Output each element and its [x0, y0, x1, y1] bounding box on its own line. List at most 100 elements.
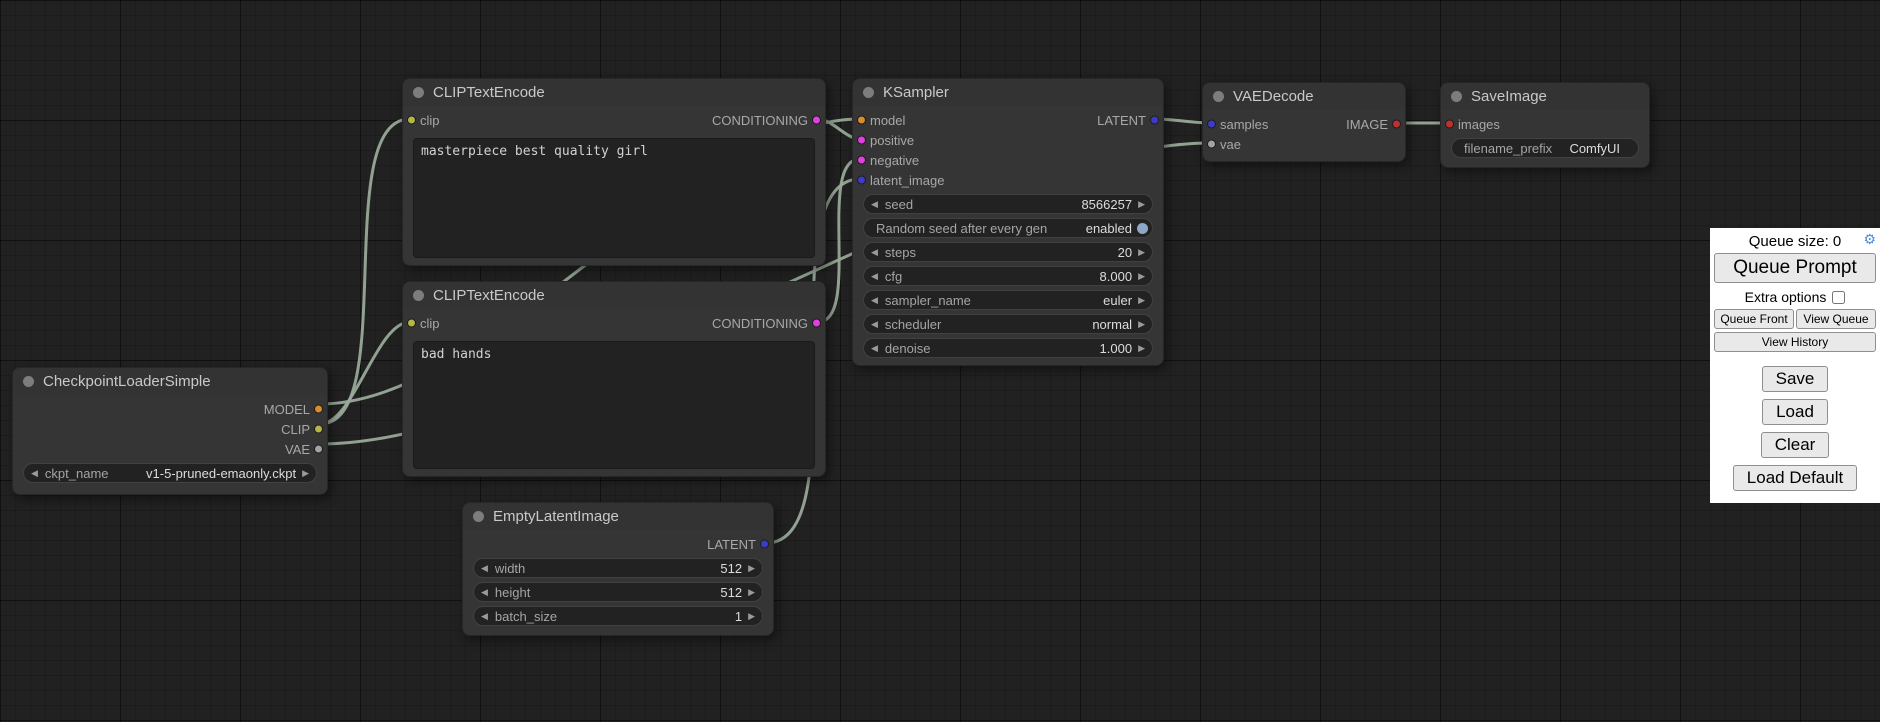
- settings-gear-icon[interactable]: ⚙: [1863, 231, 1876, 248]
- node-vae-decode[interactable]: VAEDecode samples IMAGE vae: [1202, 82, 1406, 162]
- node-ksampler[interactable]: KSampler model LATENT positive negative …: [852, 78, 1164, 366]
- increment-arrow-icon[interactable]: ▶: [742, 582, 762, 602]
- collapse-dot-icon[interactable]: [413, 290, 424, 301]
- decrement-arrow-icon[interactable]: ◀: [474, 606, 495, 626]
- queue-buttons-row: Queue Front View Queue: [1714, 309, 1876, 329]
- steps-number-widget[interactable]: ◀ steps 20 ▶: [863, 242, 1153, 262]
- batch-size-number-widget[interactable]: ◀ batch_size 1 ▶: [473, 606, 763, 626]
- widget-label: height: [495, 585, 530, 600]
- widget-value: 1.000: [1100, 341, 1133, 356]
- random-seed-toggle-widget[interactable]: Random seed after every gen enabled: [863, 218, 1153, 238]
- widget-value: 8566257: [1081, 197, 1132, 212]
- queue-prompt-button[interactable]: Queue Prompt: [1714, 253, 1876, 283]
- decrement-arrow-icon[interactable]: ◀: [24, 463, 45, 483]
- node-title: SaveImage: [1471, 88, 1547, 105]
- image-output-port[interactable]: [1392, 120, 1401, 129]
- queue-front-button[interactable]: Queue Front: [1714, 309, 1794, 329]
- node-title-bar[interactable]: VAEDecode: [1203, 83, 1405, 110]
- scheduler-combo-widget[interactable]: ◀ scheduler normal ▶: [863, 314, 1153, 334]
- clip-input-port[interactable]: [407, 319, 416, 328]
- negative-input-port[interactable]: [857, 156, 866, 165]
- slot-row: latent_image: [853, 170, 1163, 190]
- widget-value: v1-5-pruned-emaonly.ckpt: [146, 466, 296, 481]
- clear-button[interactable]: Clear: [1761, 432, 1830, 458]
- positive-input-port[interactable]: [857, 136, 866, 145]
- filename-prefix-text-widget[interactable]: filename_prefix ComfyUI: [1451, 138, 1639, 158]
- width-number-widget[interactable]: ◀ width 512 ▶: [473, 558, 763, 578]
- collapse-dot-icon[interactable]: [863, 87, 874, 98]
- collapse-dot-icon[interactable]: [1213, 91, 1224, 102]
- decrement-arrow-icon[interactable]: ◀: [864, 314, 885, 334]
- view-history-button[interactable]: View History: [1714, 332, 1876, 352]
- clip-output-port[interactable]: [314, 425, 323, 434]
- vae-input-port[interactable]: [1207, 140, 1216, 149]
- increment-arrow-icon[interactable]: ▶: [1132, 290, 1152, 310]
- widget-label: width: [495, 561, 525, 576]
- conditioning-output-port[interactable]: [812, 116, 821, 125]
- collapse-dot-icon[interactable]: [23, 376, 34, 387]
- prompt-text-input[interactable]: masterpiece best quality girl: [413, 138, 815, 258]
- increment-arrow-icon[interactable]: ▶: [1132, 194, 1152, 214]
- slot-row: positive: [853, 130, 1163, 150]
- clip-input-port[interactable]: [407, 116, 416, 125]
- decrement-arrow-icon[interactable]: ◀: [864, 338, 885, 358]
- collapse-dot-icon[interactable]: [473, 511, 484, 522]
- decrement-arrow-icon[interactable]: ◀: [474, 582, 495, 602]
- node-title-bar[interactable]: CheckpointLoaderSimple: [13, 368, 327, 395]
- collapse-dot-icon[interactable]: [413, 87, 424, 98]
- increment-arrow-icon[interactable]: ▶: [1132, 314, 1152, 334]
- latent-output-port[interactable]: [1150, 116, 1159, 125]
- increment-arrow-icon[interactable]: ▶: [296, 463, 316, 483]
- increment-arrow-icon[interactable]: ▶: [742, 606, 762, 626]
- sampler-name-combo-widget[interactable]: ◀ sampler_name euler ▶: [863, 290, 1153, 310]
- images-input-port[interactable]: [1445, 120, 1454, 129]
- widget-value: ComfyUI: [1569, 141, 1638, 156]
- denoise-number-widget[interactable]: ◀ denoise 1.000 ▶: [863, 338, 1153, 358]
- node-clip-text-encode-negative[interactable]: CLIPTextEncode clip CONDITIONING bad han…: [402, 281, 826, 477]
- node-title-bar[interactable]: KSampler: [853, 79, 1163, 106]
- model-input-port[interactable]: [857, 116, 866, 125]
- save-button[interactable]: Save: [1762, 366, 1829, 392]
- toggle-on-dot-icon[interactable]: [1137, 223, 1148, 234]
- node-title-bar[interactable]: SaveImage: [1441, 83, 1649, 110]
- slot-label-conditioning: CONDITIONING: [712, 316, 825, 331]
- vae-output-port[interactable]: [314, 445, 323, 454]
- decrement-arrow-icon[interactable]: ◀: [864, 242, 885, 262]
- load-button[interactable]: Load: [1762, 399, 1828, 425]
- seed-number-widget[interactable]: ◀ seed 8566257 ▶: [863, 194, 1153, 214]
- increment-arrow-icon[interactable]: ▶: [1132, 338, 1152, 358]
- slot-row: negative: [853, 150, 1163, 170]
- latent-output-port[interactable]: [760, 540, 769, 549]
- increment-arrow-icon[interactable]: ▶: [1132, 242, 1152, 262]
- output-slot-row: LATENT: [463, 534, 773, 554]
- decrement-arrow-icon[interactable]: ◀: [474, 558, 495, 578]
- decrement-arrow-icon[interactable]: ◀: [864, 194, 885, 214]
- node-checkpoint-loader-simple[interactable]: CheckpointLoaderSimple MODEL CLIP VAE ◀ …: [12, 367, 328, 495]
- decrement-arrow-icon[interactable]: ◀: [864, 266, 885, 286]
- conditioning-output-port[interactable]: [812, 319, 821, 328]
- node-title-bar[interactable]: EmptyLatentImage: [463, 503, 773, 530]
- node-clip-text-encode-positive[interactable]: CLIPTextEncode clip CONDITIONING masterp…: [402, 78, 826, 266]
- extra-options-checkbox[interactable]: [1832, 291, 1845, 304]
- widget-value: 512: [720, 585, 742, 600]
- prompt-text-input[interactable]: bad hands: [413, 341, 815, 469]
- ckpt-name-combo-widget[interactable]: ◀ ckpt_name v1-5-pruned-emaonly.ckpt ▶: [23, 463, 317, 483]
- height-number-widget[interactable]: ◀ height 512 ▶: [473, 582, 763, 602]
- link-clip-to-positive-encode: [320, 119, 410, 424]
- view-queue-button[interactable]: View Queue: [1796, 309, 1876, 329]
- node-save-image[interactable]: SaveImage images filename_prefix ComfyUI: [1440, 82, 1650, 168]
- increment-arrow-icon[interactable]: ▶: [742, 558, 762, 578]
- increment-arrow-icon[interactable]: ▶: [1132, 266, 1152, 286]
- slot-row: images: [1441, 114, 1649, 134]
- decrement-arrow-icon[interactable]: ◀: [864, 290, 885, 310]
- widget-label: scheduler: [885, 317, 941, 332]
- cfg-number-widget[interactable]: ◀ cfg 8.000 ▶: [863, 266, 1153, 286]
- latent-image-input-port[interactable]: [857, 176, 866, 185]
- samples-input-port[interactable]: [1207, 120, 1216, 129]
- model-output-port[interactable]: [314, 405, 323, 414]
- node-empty-latent-image[interactable]: EmptyLatentImage LATENT ◀ width 512 ▶ ◀ …: [462, 502, 774, 636]
- node-title-bar[interactable]: CLIPTextEncode: [403, 282, 825, 309]
- node-title-bar[interactable]: CLIPTextEncode: [403, 79, 825, 106]
- load-default-button[interactable]: Load Default: [1733, 465, 1857, 491]
- collapse-dot-icon[interactable]: [1451, 91, 1462, 102]
